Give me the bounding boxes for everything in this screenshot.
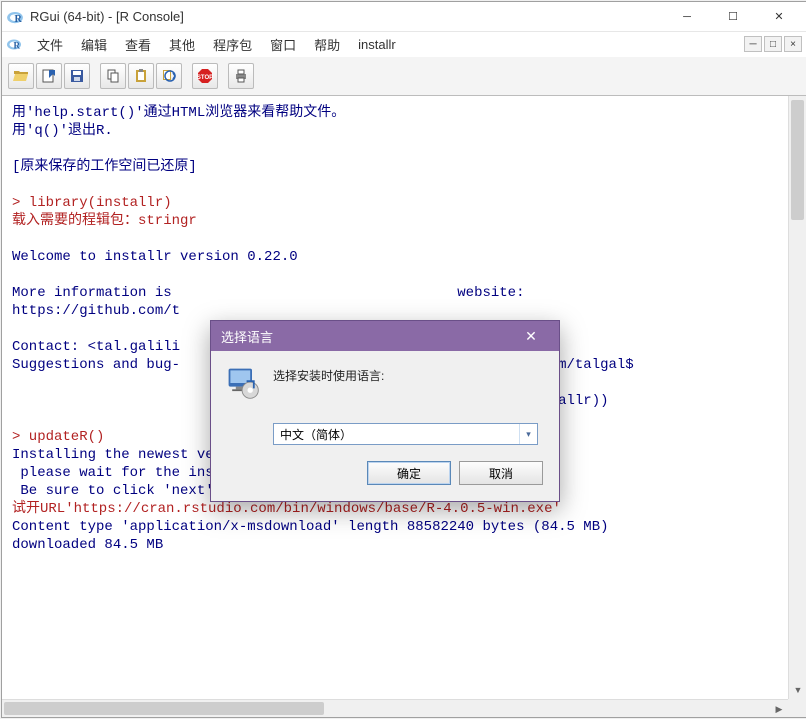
dialog-close-button[interactable]: ✕	[513, 328, 549, 345]
svg-text:R: R	[14, 14, 22, 25]
stop-button[interactable]: STOP	[192, 63, 218, 89]
language-selected: 中文（简体）	[274, 426, 519, 443]
chevron-down-icon[interactable]: ▾	[519, 424, 537, 444]
mdi-close-button[interactable]: ×	[784, 36, 802, 52]
menu-windows[interactable]: 窗口	[261, 33, 305, 56]
console-line	[12, 266, 794, 284]
console-line	[12, 140, 794, 158]
copy-button[interactable]	[100, 63, 126, 89]
console-line: 试开URL'https://cran.rstudio.com/bin/windo…	[12, 500, 794, 518]
save-button[interactable]	[64, 63, 90, 89]
menu-installr[interactable]: installr	[349, 35, 405, 54]
installer-icon	[225, 365, 261, 401]
console-line	[12, 230, 794, 248]
load-workspace-button[interactable]	[36, 63, 62, 89]
dialog-titlebar[interactable]: 选择语言 ✕	[211, 321, 559, 351]
menu-edit[interactable]: 编辑	[72, 33, 116, 56]
close-button[interactable]: ✕	[756, 3, 802, 31]
console-line	[12, 176, 794, 194]
dialog-label: 选择安装时使用语言:	[273, 367, 384, 384]
mdi-restore-button[interactable]: □	[764, 36, 782, 52]
console-line: https://github.com/t	[12, 302, 794, 320]
console-line: [原来保存的工作空间已还原]	[12, 158, 794, 176]
scroll-down-button[interactable]: ▼	[789, 681, 806, 699]
console-line: More information is website:	[12, 284, 794, 302]
console-line: Content type 'application/x-msdownload' …	[12, 518, 794, 536]
scroll-right-button[interactable]: ▶	[770, 700, 788, 717]
horizontal-scroll-thumb[interactable]	[4, 702, 324, 715]
language-combobox[interactable]: 中文（简体） ▾	[273, 423, 538, 445]
horizontal-scrollbar[interactable]: ◀ ▶	[2, 699, 788, 717]
console-line: downloaded 84.5 MB	[12, 536, 794, 554]
window-title: RGui (64-bit) - [R Console]	[30, 9, 664, 24]
console-line: > library(installr)	[12, 194, 794, 212]
r-logo-icon: R	[6, 8, 24, 26]
cancel-button[interactable]: 取消	[459, 461, 543, 485]
menu-misc[interactable]: 其他	[160, 33, 204, 56]
dialog-title: 选择语言	[221, 327, 273, 346]
titlebar: R RGui (64-bit) - [R Console] ─ ☐ ✕	[2, 2, 806, 32]
menu-help[interactable]: 帮助	[305, 33, 349, 56]
mdi-minimize-button[interactable]: ─	[744, 36, 762, 52]
minimize-button[interactable]: ─	[664, 3, 710, 31]
menu-view[interactable]: 查看	[116, 33, 160, 56]
print-button[interactable]	[228, 63, 254, 89]
vertical-scroll-thumb[interactable]	[791, 100, 804, 220]
language-dialog: 选择语言 ✕ 选择安装时使用语言: 中文（简体） ▾ 确定 取消	[210, 320, 560, 502]
console-line: 用'q()'退出R.	[12, 122, 794, 140]
menu-file[interactable]: 文件	[28, 33, 72, 56]
r-logo-small-icon: R	[6, 36, 22, 52]
vertical-scrollbar[interactable]: ▲ ▼	[788, 96, 806, 699]
console-line: Welcome to installr version 0.22.0	[12, 248, 794, 266]
svg-text:R: R	[14, 41, 21, 51]
menu-packages[interactable]: 程序包	[204, 33, 261, 56]
console-line	[12, 554, 794, 572]
paste-button[interactable]	[128, 63, 154, 89]
scroll-corner	[788, 699, 806, 717]
open-button[interactable]	[8, 63, 34, 89]
console-line: 用'help.start()'通过HTML浏览器来看帮助文件。	[12, 104, 794, 122]
menubar: R 文件 编辑 查看 其他 程序包 窗口 帮助 installr ─ □ ×	[2, 32, 806, 56]
maximize-button[interactable]: ☐	[710, 3, 756, 31]
ok-button[interactable]: 确定	[367, 461, 451, 485]
copy-paste-button[interactable]	[156, 63, 182, 89]
svg-text:STOP: STOP	[197, 75, 213, 81]
console-line: 载入需要的程辑包：stringr	[12, 212, 794, 230]
toolbar: STOP	[2, 56, 806, 96]
